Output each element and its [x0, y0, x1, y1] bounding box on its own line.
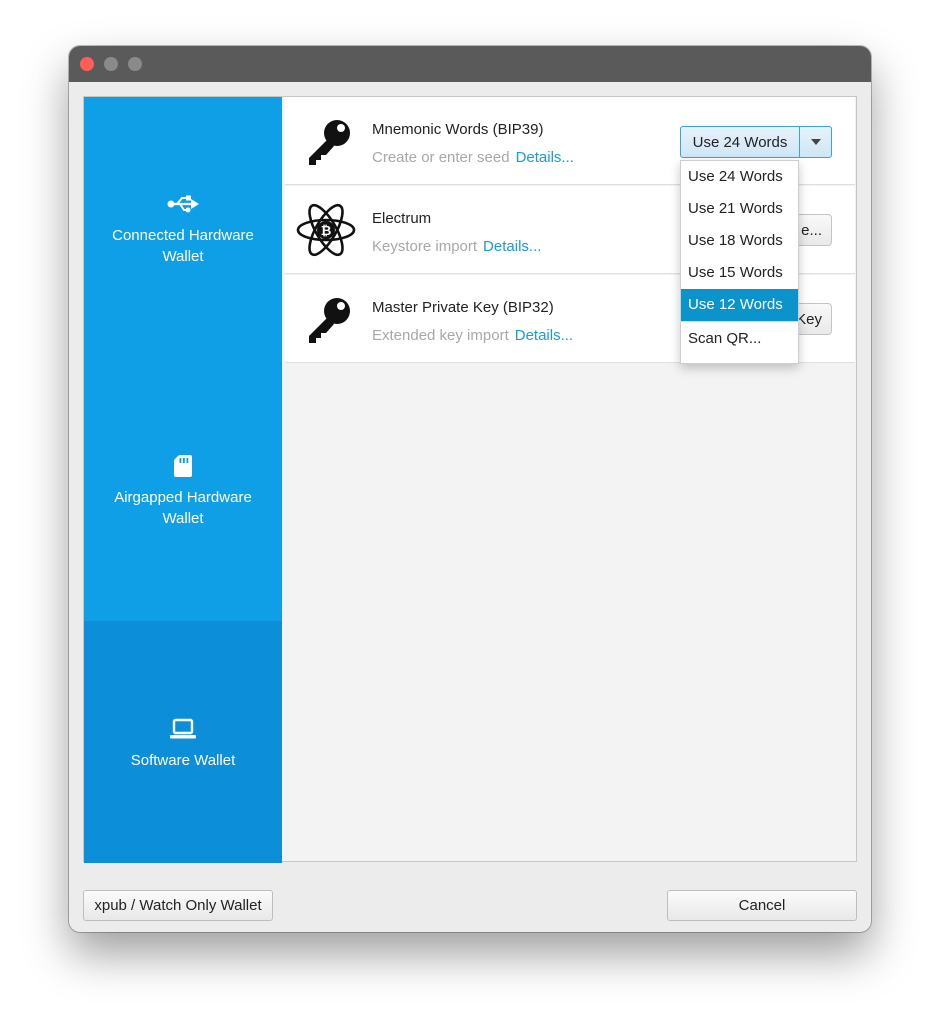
- menu-item-use-15-words[interactable]: Use 15 Words: [681, 257, 798, 289]
- button-label: Key: [796, 310, 822, 328]
- menu-item-use-24-words[interactable]: Use 24 Words: [681, 161, 798, 193]
- wallet-subtitle-text: Keystore import: [372, 238, 478, 255]
- sidebar-item-airgapped-hardware[interactable]: Airgapped Hardware Wallet: [84, 359, 282, 621]
- minimize-window-button[interactable]: [104, 57, 118, 71]
- laptop-icon: [166, 714, 200, 744]
- wallet-type-sidebar: Connected Hardware Wallet Airgapped Hard…: [84, 97, 282, 863]
- watch-only-wallet-button[interactable]: xpub / Watch Only Wallet: [83, 890, 273, 921]
- button-label: e...: [801, 221, 822, 239]
- word-count-dropdown-menu: Use 24 Words Use 21 Words Use 18 Words U…: [680, 160, 799, 364]
- word-count-split-button[interactable]: Use 24 Words: [680, 126, 832, 158]
- details-link[interactable]: Details...: [483, 238, 541, 255]
- use-words-button[interactable]: Use 24 Words: [681, 127, 800, 157]
- menu-item-use-18-words[interactable]: Use 18 Words: [681, 225, 798, 257]
- wallet-subtitle-text: Extended key import: [372, 327, 509, 344]
- close-window-button[interactable]: [80, 57, 94, 71]
- details-link[interactable]: Details...: [516, 149, 574, 166]
- sd-card-icon: [166, 451, 200, 481]
- sidebar-item-connected-hardware[interactable]: Connected Hardware Wallet: [84, 97, 282, 359]
- wallet-subtitle: Extended key import Details...: [372, 327, 573, 344]
- wallet-subtitle-text: Create or enter seed: [372, 149, 510, 166]
- cancel-button[interactable]: Cancel: [667, 890, 857, 921]
- wallet-subtitle: Keystore import Details...: [372, 238, 541, 255]
- title-bar: [69, 46, 871, 82]
- details-link[interactable]: Details...: [515, 327, 573, 344]
- key-icon: [301, 291, 357, 347]
- menu-item-scan-qr[interactable]: Scan QR...: [681, 322, 798, 356]
- key-icon: [301, 113, 357, 169]
- sidebar-item-label: Airgapped Hardware Wallet: [114, 489, 252, 527]
- wallet-title: Electrum: [372, 210, 432, 227]
- sidebar-item-label: Connected Hardware Wallet: [112, 227, 254, 265]
- wallet-subtitle: Create or enter seed Details...: [372, 149, 574, 166]
- zoom-window-button[interactable]: [128, 57, 142, 71]
- menu-item-use-12-words[interactable]: Use 12 Words: [681, 289, 798, 321]
- sidebar-item-software-wallet[interactable]: Software Wallet: [84, 621, 282, 863]
- chevron-down-icon[interactable]: [800, 127, 831, 157]
- usb-icon: [166, 189, 200, 219]
- electrum-bitcoin-icon: ₿: [296, 202, 357, 258]
- sidebar-item-label: Software Wallet: [130, 751, 236, 769]
- wallet-title: Master Private Key (BIP32): [372, 299, 554, 316]
- menu-item-use-21-words[interactable]: Use 21 Words: [681, 193, 798, 225]
- svg-text:₿: ₿: [321, 224, 332, 239]
- wallet-title: Mnemonic Words (BIP39): [372, 121, 544, 138]
